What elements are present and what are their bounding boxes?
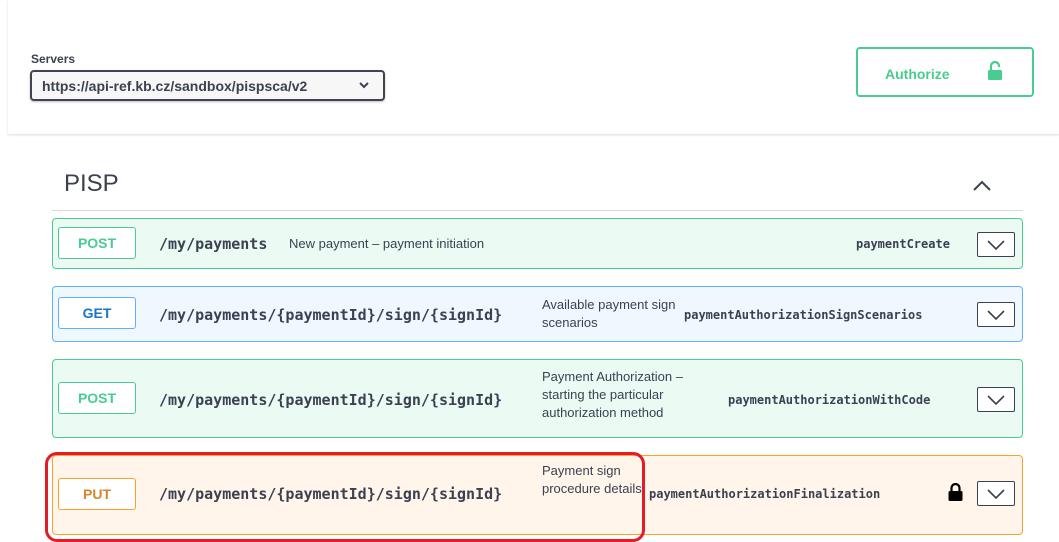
chevron-down-icon: [987, 310, 1005, 321]
operation-summary: New payment – payment initiation: [289, 236, 485, 251]
operation-path: /my/payments/{paymentId}/sign/{signId}: [159, 391, 503, 409]
operation-summary: Available payment sign scenarios: [542, 297, 676, 330]
authorize-label: Authorize: [885, 66, 950, 82]
chevron-down-icon: [987, 489, 1005, 500]
expand-button[interactable]: [977, 387, 1015, 412]
operation-path: /my/payments/{paymentId}/sign/{signId}: [159, 306, 503, 324]
opblock-get-sign[interactable]: GET /my/payments/{paymentId}/sign/{signI…: [52, 286, 1023, 342]
operation-id: paymentAuthorizationFinalization: [649, 487, 881, 501]
chevron-down-icon: [359, 82, 369, 89]
method-badge: GET: [58, 297, 136, 329]
lock-icon[interactable]: [948, 483, 963, 502]
tag-divider: [52, 210, 1023, 211]
operation-id: paymentAuthorizationWithCode: [728, 393, 931, 407]
method-badge: POST: [58, 227, 136, 259]
servers-select[interactable]: https://api-ref.kb.cz/sandbox/pispsca/v2: [30, 70, 385, 101]
expand-button[interactable]: [977, 302, 1015, 327]
tag-title[interactable]: PISP: [64, 170, 119, 198]
chevron-up-icon[interactable]: [972, 180, 992, 192]
authorize-button[interactable]: Authorize: [856, 47, 1034, 97]
servers-label: Servers: [31, 52, 76, 66]
expand-button[interactable]: [977, 232, 1015, 257]
operation-id: paymentAuthorizationSignScenarios: [684, 308, 923, 322]
operation-path: /my/payments: [159, 235, 268, 253]
chevron-down-icon: [987, 240, 1005, 251]
method-badge: POST: [58, 382, 136, 414]
opblock-post-sign[interactable]: POST /my/payments/{paymentId}/sign/{sign…: [52, 359, 1023, 438]
highlight-annotation: [45, 452, 645, 542]
opblock-post-payments[interactable]: POST /my/payments New payment – payment …: [52, 218, 1023, 269]
chevron-down-icon: [987, 395, 1005, 406]
unlock-icon: [988, 61, 1002, 80]
operation-id: paymentCreate: [856, 237, 950, 251]
servers-selected-value: https://api-ref.kb.cz/sandbox/pispsca/v2: [42, 78, 308, 94]
expand-button[interactable]: [977, 481, 1015, 506]
operation-summary: Payment Authorization – starting the par…: [542, 369, 683, 420]
